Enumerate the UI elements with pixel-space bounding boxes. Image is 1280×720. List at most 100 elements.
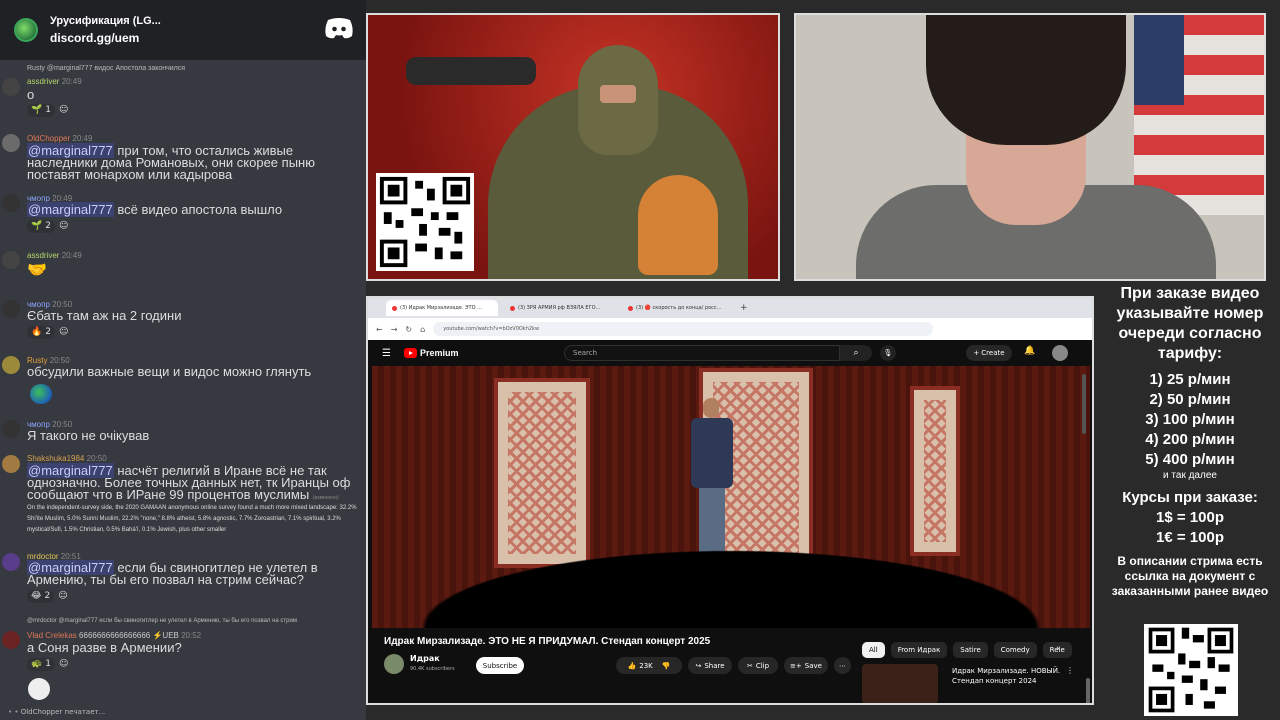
share-button[interactable]: ↪ Share (688, 657, 732, 674)
subscriber-count: 90.4K subscribers (410, 666, 455, 672)
back-icon[interactable]: ← (376, 325, 383, 334)
chevron-right-icon[interactable]: › (1056, 644, 1060, 654)
message-text: @marginal777 всё видео апостола вышло (27, 202, 283, 217)
avatar (2, 134, 20, 152)
reply-preview: Rusty @marginal777 видос Апостола законч… (27, 65, 186, 72)
reload-icon[interactable]: ↻ (405, 325, 412, 334)
browser-tab[interactable]: (3) ЗРЯ АРМИЯ рф ВЗЯЛА ЕГО... (504, 300, 616, 316)
search-input[interactable]: Search (564, 345, 840, 361)
server-icon (14, 18, 38, 42)
reply-preview: @mrdoctor @marginal777 если бы свиногитл… (27, 618, 297, 624)
username[interactable]: assdriver 20:49 (27, 77, 82, 86)
currency-rate: 1€ = 100р (1156, 529, 1224, 546)
youtube-logo-icon[interactable] (404, 348, 417, 358)
reaction[interactable]: 😂 2 ☺ (27, 589, 68, 603)
globe-sticker-icon (30, 384, 52, 404)
browser-tab[interactable]: (3) Идрак Мирзализаде. ЭТО ... (386, 300, 498, 316)
currency-rate: 1$ = 100р (1156, 509, 1224, 526)
avatar (2, 300, 20, 318)
chip-from-channel[interactable]: From Идрак (890, 642, 948, 658)
streamer-hair (926, 15, 1126, 145)
username[interactable]: Vlad Crelekas 6666666666666666 ⚡UEB 20:5… (27, 631, 201, 640)
url-input[interactable]: youtube.com/watch?v=bOzV0Okh2kw (433, 322, 934, 336)
pricing-heading: При заказе видео указывайте номер очеред… (1116, 285, 1264, 362)
recommended-thumbnail[interactable] (862, 664, 938, 703)
forward-icon[interactable]: → (391, 325, 398, 334)
artwork-panel (366, 13, 780, 281)
more-options-icon[interactable]: ⋮ (1066, 666, 1074, 675)
browser-tab-strip: (3) Идрак Мирзализаде. ЭТО ... (3) ЗРЯ А… (368, 298, 1092, 318)
save-button[interactable]: ≡+ Save (784, 657, 828, 674)
message-text: Єбать там аж на 2 години (27, 308, 182, 323)
share-icon: ↪ (695, 661, 702, 670)
handshake-emoji: 🤝 (27, 262, 47, 279)
pricing-info: При заказе видео указывайте номер очеред… (1100, 284, 1280, 599)
new-tab-icon[interactable]: + (740, 303, 748, 313)
quoted-text-embed: On the independent-survey side, the 2020… (27, 505, 357, 533)
reaction[interactable]: 🌱 1 ☺ (27, 103, 68, 117)
recommended-title[interactable]: Идрак Мирзализаде. НОВЫЙ. Стендап концер… (952, 666, 1062, 686)
subscribe-button[interactable]: Subscribe (476, 657, 524, 674)
price-tier: 3) 100 р/мин (1145, 411, 1235, 428)
home-icon[interactable]: ⌂ (420, 325, 425, 334)
account-avatar[interactable] (1052, 345, 1068, 361)
avatar (2, 631, 20, 649)
scrollbar[interactable] (1082, 374, 1086, 434)
video-info: Идрак Мирзализаде. ЭТО НЕ Я ПРИДУМАЛ. Ст… (368, 628, 1092, 703)
create-button[interactable]: + Create (966, 345, 1012, 361)
chip-all[interactable]: All (862, 642, 885, 658)
search-icon[interactable]: ⌕ (840, 345, 872, 361)
username[interactable]: Shakshuka1984 20:50 (27, 454, 107, 463)
username[interactable]: assdriver 20:49 (27, 251, 82, 260)
server-title: Урусификация (LG... (50, 15, 161, 27)
stage-panel-right (910, 386, 960, 556)
qr-code-icon (376, 173, 474, 271)
discord-logo-icon (325, 18, 353, 39)
discord-chat-panel: Урусификация (LG... discord.gg/uem Rusty… (0, 0, 366, 720)
message-text: Я такого не очікував (27, 428, 150, 443)
more-actions-icon[interactable]: ⋯ (834, 657, 851, 674)
scissors-icon: ✂ (746, 661, 753, 670)
clip-button[interactable]: ✂ Clip (738, 657, 778, 674)
price-tier: 2) 50 р/мин (1149, 391, 1231, 408)
message-text: сообщают что в ИРане 99 процентов муслим… (27, 487, 339, 502)
browser-window: (3) Идрак Мирзализаде. ЭТО ... (3) ЗРЯ А… (366, 296, 1094, 705)
document-note: В описании стрима есть ссылка на докумен… (1111, 554, 1269, 598)
reaction[interactable]: 🐢 1 ☺ (27, 657, 68, 671)
reaction[interactable]: 🔥 2 ☺ (27, 325, 68, 339)
avatar (2, 251, 20, 269)
invite-link[interactable]: discord.gg/uem (50, 31, 161, 45)
message-text: а Соня разве в Армении? (27, 640, 182, 655)
price-etc-note: и так далее (1163, 470, 1217, 481)
youtube-premium-label: Premium (420, 348, 459, 358)
video-title: Идрак Мирзализаде. ЭТО НЕ Я ПРИДУМАЛ. Ст… (384, 636, 711, 647)
message-text: обсудили важные вещи и видос можно гляну… (27, 364, 312, 379)
username[interactable]: OldChopper 20:49 (27, 134, 92, 143)
price-tier: 5) 400 р/мин (1145, 451, 1235, 468)
drone-icon (406, 57, 536, 85)
like-dislike-button[interactable]: 👍 23K 👎 (616, 657, 682, 674)
stream-overlay: Урусификация (LG... discord.gg/uem Rusty… (0, 0, 1280, 720)
menu-icon[interactable]: ☰ (382, 348, 391, 359)
dislike-icon: 👎 (661, 661, 671, 670)
chip-comedy[interactable]: Comedy (993, 642, 1037, 658)
avatar (2, 455, 20, 473)
reaction[interactable]: 🌱 2 ☺ (27, 219, 68, 233)
video-player[interactable] (372, 366, 1090, 628)
message-text: поставят монархом или кадырова (27, 167, 233, 182)
typing-indicator: • • OldChopper печатает... (8, 708, 106, 716)
cat-avatar-icon (28, 678, 50, 700)
qr-code-icon (1144, 624, 1238, 716)
price-tier: 4) 200 р/мин (1145, 431, 1235, 448)
channel-name[interactable]: Идрак (410, 654, 440, 663)
like-icon: 👍 (627, 661, 637, 670)
scrollbar[interactable] (1086, 678, 1090, 703)
browser-tab[interactable]: (3) 🔴 скорость до конца/ росс... (622, 300, 734, 316)
notifications-bell-icon[interactable]: 🔔 (1024, 346, 1035, 356)
chip-satire[interactable]: Satire (953, 642, 988, 658)
channel-avatar[interactable] (384, 654, 404, 674)
mic-icon[interactable]: 🎙 (880, 345, 896, 361)
cat-image (638, 175, 718, 275)
message-text: о (27, 87, 35, 102)
us-flag-canton (1134, 15, 1184, 105)
